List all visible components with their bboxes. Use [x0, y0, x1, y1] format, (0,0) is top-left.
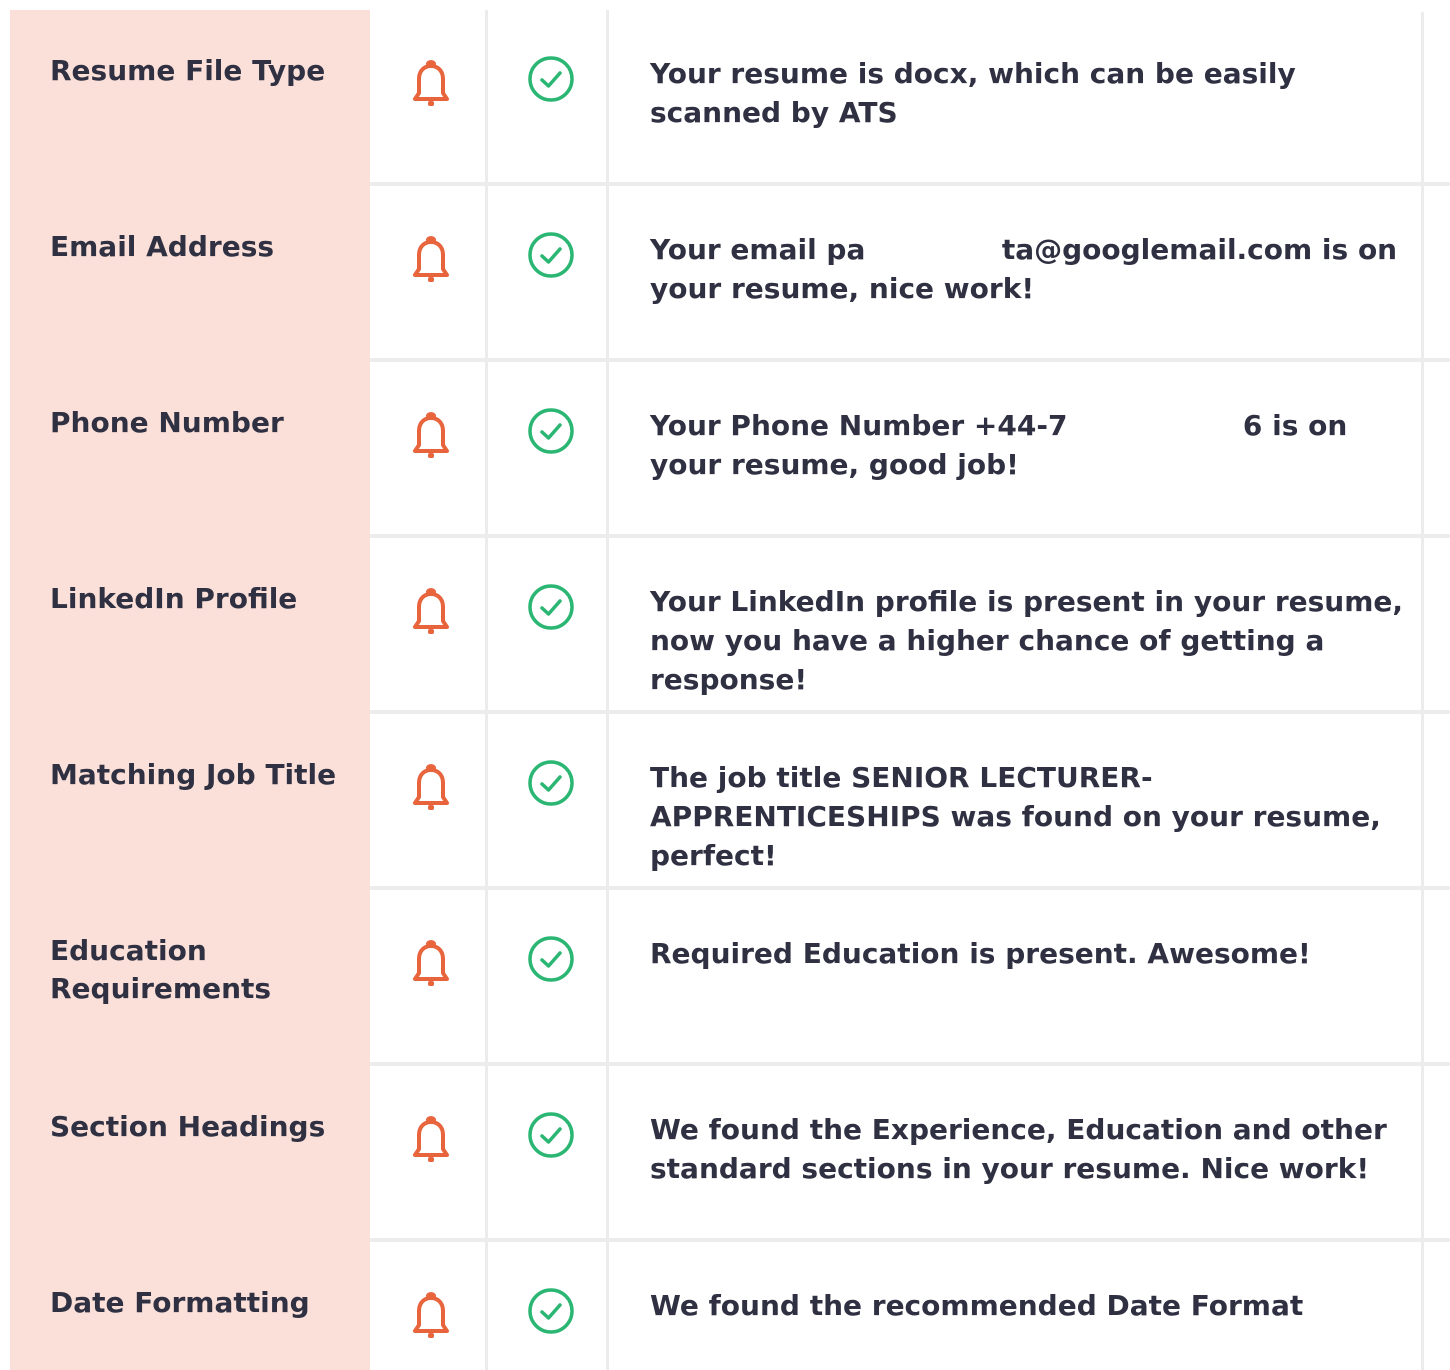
check-label-cell: Phone Number: [10, 362, 370, 538]
bell-icon[interactable]: [409, 762, 453, 816]
check-label: Resume File Type: [50, 54, 326, 87]
notification-cell: [370, 1242, 485, 1370]
message-cell: Your resume is docx, which can be easily…: [609, 10, 1421, 182]
edge-cell: [1424, 538, 1450, 710]
bell-icon[interactable]: [409, 410, 453, 464]
bell-icon[interactable]: [409, 938, 453, 992]
check-circle-icon: [528, 760, 574, 806]
check-message: Your email pa ta@googlemail.com is on yo…: [650, 233, 1407, 305]
check-message: The job title SENIOR LECTURER-APPRENTICE…: [650, 761, 1391, 872]
check-label: Section Headings: [50, 1110, 326, 1143]
bell-icon[interactable]: [409, 1290, 453, 1344]
check-label-cell: Matching Job Title: [10, 714, 370, 890]
table-row: Phone Number Your Phone Number +44-7 6 i…: [10, 362, 1450, 538]
check-message: We found the recommended Date Format: [650, 1289, 1304, 1322]
table-row: Email Address Your email pa ta@googlemai…: [10, 186, 1450, 362]
table-row: Resume File Type Your resume is docx, wh…: [10, 10, 1450, 186]
edge-cell: [1424, 186, 1450, 358]
message-cell: We found the Experience, Education and o…: [609, 1066, 1421, 1238]
ats-check-page: Resume File Type Your resume is docx, wh…: [0, 0, 1450, 1370]
check-label-cell: Email Address: [10, 186, 370, 362]
check-label-cell: Date Formatting: [10, 1242, 370, 1370]
notification-cell: [370, 186, 485, 358]
message-cell: Your LinkedIn profile is present in your…: [609, 538, 1421, 710]
check-label: Date Formatting: [50, 1286, 310, 1319]
edge-cell: [1424, 890, 1450, 1062]
check-label-cell: LinkedIn Profile: [10, 538, 370, 714]
edge-cell: [1424, 362, 1450, 534]
notification-cell: [370, 714, 485, 886]
status-cell: [488, 890, 606, 1062]
check-circle-icon: [528, 408, 574, 454]
check-circle-icon: [528, 1112, 574, 1158]
table-row: Matching Job Title The job title SENIOR …: [10, 714, 1450, 890]
bell-icon[interactable]: [409, 58, 453, 112]
bell-icon[interactable]: [409, 1114, 453, 1168]
table-row: Section Headings We found the Experience…: [10, 1066, 1450, 1242]
table-row: Date Formatting We found the recommended…: [10, 1242, 1450, 1370]
check-message: Your resume is docx, which can be easily…: [650, 57, 1306, 129]
check-label: Matching Job Title: [50, 758, 337, 791]
check-label: Education Requirements: [50, 934, 272, 1005]
notification-cell: [370, 538, 485, 710]
check-label-cell: Education Requirements: [10, 890, 370, 1066]
edge-cell: [1424, 1242, 1450, 1370]
message-cell: We found the recommended Date Format: [609, 1242, 1421, 1370]
check-message: Required Education is present. Awesome!: [650, 937, 1311, 970]
check-label-cell: Resume File Type: [10, 10, 370, 186]
check-label: Phone Number: [50, 406, 284, 439]
notification-cell: [370, 10, 485, 182]
bell-icon[interactable]: [409, 586, 453, 640]
check-circle-icon: [528, 1288, 574, 1334]
ats-results-table: Resume File Type Your resume is docx, wh…: [10, 10, 1450, 1370]
notification-cell: [370, 1066, 485, 1238]
status-cell: [488, 1066, 606, 1238]
message-cell: The job title SENIOR LECTURER-APPRENTICE…: [609, 714, 1421, 886]
bell-icon[interactable]: [409, 234, 453, 288]
notification-cell: [370, 890, 485, 1062]
message-cell: Your Phone Number +44-7 6 is on your res…: [609, 362, 1421, 534]
status-cell: [488, 186, 606, 358]
check-circle-icon: [528, 56, 574, 102]
check-circle-icon: [528, 936, 574, 982]
message-cell: Required Education is present. Awesome!: [609, 890, 1421, 1062]
table-row: LinkedIn Profile Your LinkedIn profile i…: [10, 538, 1450, 714]
check-label-cell: Section Headings: [10, 1066, 370, 1242]
check-message: Your Phone Number +44-7 6 is on your res…: [650, 409, 1358, 481]
edge-cell: [1424, 10, 1450, 182]
status-cell: [488, 10, 606, 182]
check-label: Email Address: [50, 230, 275, 263]
edge-cell: [1424, 1066, 1450, 1238]
table-row: Education Requirements Required Educatio…: [10, 890, 1450, 1066]
notification-cell: [370, 362, 485, 534]
status-cell: [488, 1242, 606, 1370]
status-cell: [488, 362, 606, 534]
status-cell: [488, 538, 606, 710]
edge-cell: [1424, 714, 1450, 886]
check-circle-icon: [528, 232, 574, 278]
check-message: We found the Experience, Education and o…: [650, 1113, 1397, 1185]
status-cell: [488, 714, 606, 886]
message-cell: Your email pa ta@googlemail.com is on yo…: [609, 186, 1421, 358]
check-message: Your LinkedIn profile is present in your…: [650, 585, 1413, 696]
check-label: LinkedIn Profile: [50, 582, 298, 615]
check-circle-icon: [528, 584, 574, 630]
